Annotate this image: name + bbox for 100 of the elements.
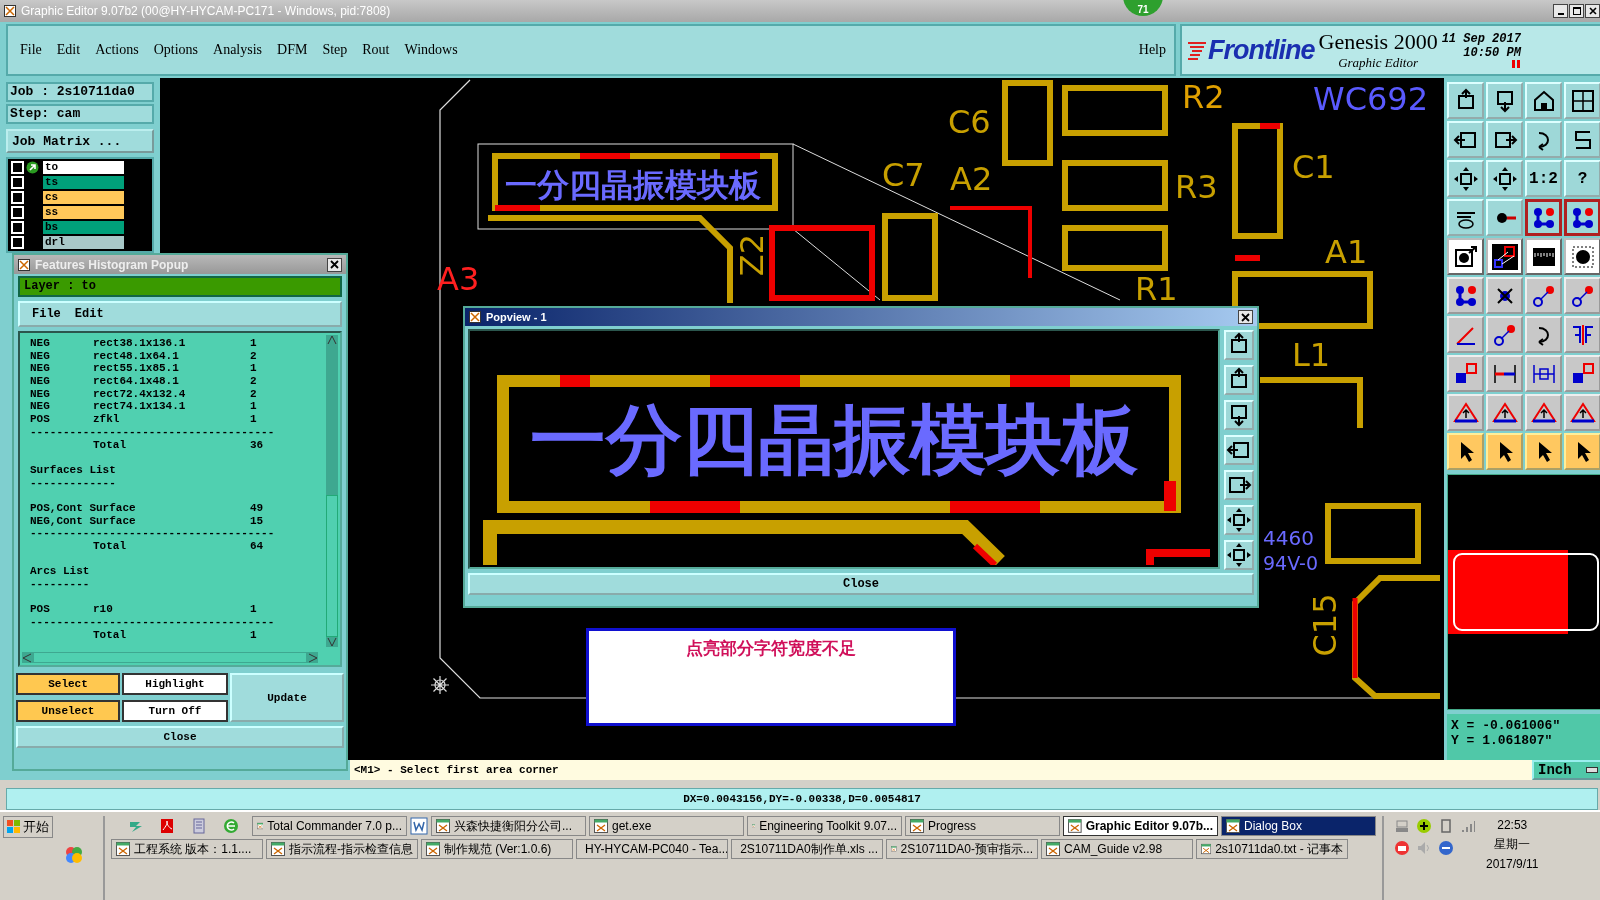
menu-item[interactable]: DFM — [277, 42, 308, 58]
layer-checkbox[interactable] — [11, 236, 24, 249]
view-button[interactable] — [1224, 435, 1254, 465]
minimize-button[interactable] — [1553, 4, 1568, 18]
menu-item[interactable]: File — [32, 307, 61, 321]
menu-item[interactable]: Help — [1138, 42, 1166, 58]
tray-icon — [1416, 818, 1432, 834]
taskbar-button[interactable]: Progress — [905, 816, 1060, 836]
maximize-button[interactable] — [1569, 4, 1584, 18]
layer-checkbox[interactable] — [11, 176, 24, 189]
taskbar-button[interactable]: Graphic Editor 9.07b... — [1063, 816, 1218, 836]
dashed-rule: ------------------------------------- — [30, 425, 275, 439]
tool-button[interactable] — [1447, 238, 1484, 275]
silkscreen-label: C15 — [1306, 593, 1344, 657]
view-button[interactable] — [1224, 505, 1254, 535]
layer-name[interactable]: to — [43, 161, 124, 174]
grid-icon — [1569, 87, 1596, 114]
view-button[interactable] — [1224, 365, 1254, 395]
menu-item[interactable]: Analysis — [213, 42, 263, 58]
taskbar-button[interactable]: Engineering Toolkit 9.07... — [747, 816, 902, 836]
action-button[interactable]: Turn Off — [122, 700, 228, 722]
taskbar-button[interactable]: CAM_Guide v2.98 — [1041, 839, 1193, 859]
tool-button[interactable]: 1:2 — [1525, 160, 1562, 197]
tool-button[interactable] — [1525, 238, 1562, 275]
view-button[interactable] — [1224, 400, 1254, 430]
taskbar-button[interactable]: 指示流程-指示检查信息 — [266, 839, 418, 859]
taskbar-button[interactable]: 工程系统 版本：1.1.... — [111, 839, 263, 859]
list-text: POS — [30, 413, 51, 426]
action-button[interactable]: Highlight — [122, 673, 228, 695]
menu-item[interactable]: Edit — [56, 42, 81, 58]
tool-button[interactable] — [1564, 238, 1600, 275]
close-icon — [1241, 312, 1250, 322]
list-text: rect55.1x85.1 — [93, 362, 180, 376]
list-text: Total — [93, 628, 127, 642]
layer-name[interactable]: ts — [43, 176, 124, 189]
close-button[interactable] — [327, 257, 342, 272]
list-text: 2 — [250, 387, 257, 401]
update-button[interactable]: Update — [230, 673, 344, 722]
window-icon — [436, 819, 450, 833]
taskbar-button[interactable]: 2s10711da0.txt - 记事本 — [1196, 839, 1348, 859]
window-icon — [426, 842, 440, 856]
job-matrix-button[interactable]: Job Matrix ... — [6, 129, 154, 153]
horizontal-scrollbar[interactable] — [22, 652, 318, 663]
silkscreen-label: A1 — [1325, 233, 1368, 271]
silkscreen-label: R1 — [1135, 270, 1178, 308]
start-button[interactable]: 开始 — [3, 816, 53, 838]
window-icon — [1046, 842, 1060, 856]
taskbar-button[interactable]: HY-HYCAM-PC040 - Tea... — [576, 839, 728, 859]
menu-item[interactable]: Actions — [95, 42, 139, 58]
layer-checkbox[interactable] — [11, 161, 24, 174]
vertical-scrollbar[interactable] — [326, 335, 338, 647]
taskbar-button[interactable]: get.exe — [589, 816, 744, 836]
view-button[interactable] — [1224, 330, 1254, 360]
menu-item[interactable]: Step — [322, 42, 348, 58]
taskbar-button[interactable]: Dialog Box — [1221, 816, 1376, 836]
scroll-thumb[interactable] — [326, 495, 338, 637]
action-button[interactable]: Select — [16, 673, 120, 695]
tray-icon — [1394, 818, 1410, 834]
pause-icon — [1510, 60, 1521, 68]
tool-button[interactable] — [1486, 238, 1523, 275]
close-button[interactable]: Close — [16, 726, 344, 748]
layer-name[interactable]: cs — [43, 191, 124, 204]
menu-item[interactable]: Edit — [74, 307, 104, 321]
list-heading: Arcs List — [30, 565, 90, 579]
menu-item[interactable]: Options — [153, 42, 199, 58]
layer-checkbox[interactable] — [11, 221, 24, 234]
units-dropdown[interactable]: Inch — [1532, 760, 1600, 780]
layer-checkbox[interactable] — [11, 206, 24, 219]
action-button[interactable]: Unselect — [16, 700, 120, 722]
tool-button[interactable] — [1564, 199, 1600, 236]
layer-name[interactable]: drl — [43, 236, 124, 249]
scroll-thumb[interactable] — [34, 653, 306, 662]
tool-button[interactable]: ? — [1564, 160, 1600, 197]
list-text: Total — [93, 540, 127, 553]
close-button[interactable]: Close — [468, 573, 1254, 595]
clock-weekday: 星期一 — [1494, 836, 1531, 853]
dropdown-icon — [1586, 767, 1598, 773]
layer-checkbox[interactable] — [11, 191, 24, 204]
view-button[interactable] — [1224, 470, 1254, 500]
close-button[interactable] — [1238, 310, 1253, 324]
menu-item[interactable]: Rout — [362, 42, 390, 58]
taskbar-button[interactable]: 2S10711DA0-预审指示... — [886, 839, 1038, 859]
taskbar-button[interactable]: 2S10711DA0制作单.xls ... — [731, 839, 883, 859]
taskbar-button[interactable]: 制作规范 (Ver:1.0.6) — [421, 839, 573, 859]
layer-name[interactable]: bs — [43, 221, 124, 234]
message-text: 点亮部分字符宽度不足 — [686, 638, 856, 659]
window-icon — [594, 819, 608, 833]
menu-item[interactable]: Windows — [404, 42, 458, 58]
tool-button[interactable] — [1525, 199, 1562, 236]
taskbar-button[interactable]: Total Commander 7.0 p... — [252, 816, 407, 836]
menu-item[interactable]: File — [20, 42, 42, 58]
view-button[interactable] — [1224, 540, 1254, 570]
step-field: Step: cam — [6, 104, 154, 124]
window-icon — [1201, 842, 1212, 856]
layer-name[interactable]: ss — [43, 206, 124, 219]
tray-icon — [1438, 840, 1454, 856]
taskbar-button[interactable]: 兴森快捷衡阳分公司... — [431, 816, 586, 836]
silkscreen-label: R3 — [1175, 168, 1218, 206]
list-text: 64 — [250, 540, 264, 553]
close-button[interactable] — [1585, 4, 1600, 18]
